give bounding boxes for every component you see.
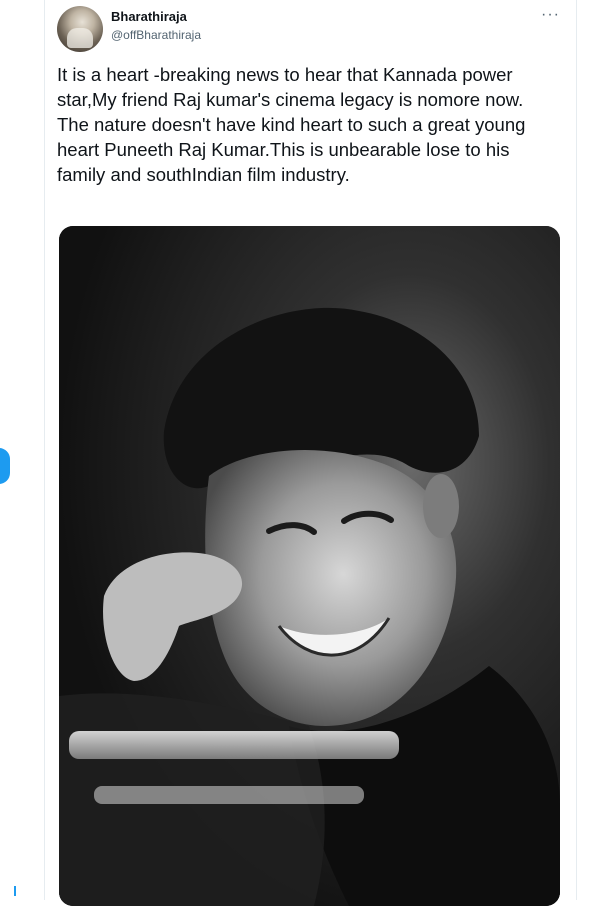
author-name[interactable]: Bharathiraja bbox=[111, 9, 187, 24]
rail-icon bbox=[14, 886, 22, 896]
tweet-text: It is a heart -breaking news to hear tha… bbox=[57, 64, 526, 185]
more-icon[interactable]: ··· bbox=[541, 6, 560, 24]
tweet: Bharathiraja @offBharathiraja ··· It is … bbox=[45, 0, 576, 906]
tweet-photo[interactable] bbox=[59, 226, 560, 906]
author-handle[interactable]: @offBharathiraja bbox=[111, 28, 201, 42]
right-divider bbox=[576, 0, 577, 900]
author-avatar[interactable] bbox=[57, 6, 103, 52]
portrait-photo bbox=[59, 226, 560, 906]
left-rail bbox=[0, 0, 44, 900]
